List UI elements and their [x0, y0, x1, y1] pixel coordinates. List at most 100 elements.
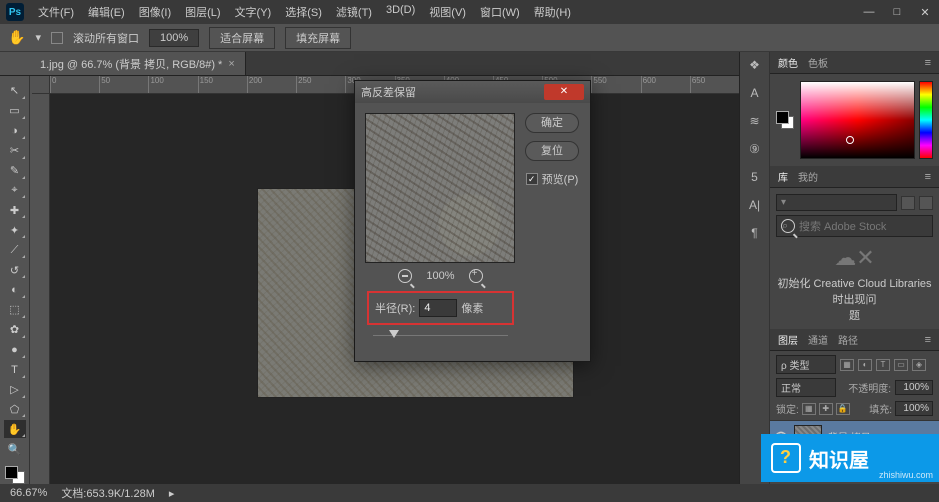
stamp-tool[interactable]: ✦: [4, 221, 26, 239]
dialog-title: 高反差保留: [361, 84, 416, 100]
libraries-tab[interactable]: 库: [778, 169, 788, 184]
brush-tool[interactable]: ✚: [4, 201, 26, 219]
info-panel-icon[interactable]: ⑨: [746, 142, 764, 160]
color-tab[interactable]: 颜色: [778, 55, 798, 70]
shape-tool[interactable]: ⬠: [4, 401, 26, 419]
panel-menu-icon[interactable]: ≡: [925, 57, 931, 69]
eraser-tool[interactable]: ↺: [4, 261, 26, 279]
paragraph-panel-icon[interactable]: ¶: [746, 226, 764, 244]
tool-preset-dropdown[interactable]: ▾: [35, 31, 41, 44]
close-button[interactable]: ✕: [917, 6, 933, 19]
move-tool[interactable]: ↖: [4, 82, 26, 100]
maximize-button[interactable]: □: [889, 6, 905, 19]
dialog-titlebar[interactable]: 高反差保留 ✕: [355, 81, 590, 103]
dodge-tool[interactable]: ✿: [4, 321, 26, 339]
opacity-input[interactable]: 100%: [895, 380, 933, 395]
color-swatches[interactable]: [5, 466, 25, 484]
menu-edit[interactable]: 编辑(E): [82, 1, 131, 23]
document-tab[interactable]: 1.jpg @ 66.7% (背景 拷贝, RGB/8#) * ×: [30, 52, 246, 75]
fill-input[interactable]: 100%: [895, 401, 933, 416]
glyphs-panel-icon[interactable]: A|: [746, 198, 764, 216]
grid-view-icon[interactable]: [919, 196, 933, 210]
lock-pixels-icon[interactable]: ▦: [802, 403, 816, 415]
type-tool[interactable]: T: [4, 361, 26, 379]
fill-screen-button[interactable]: 填充屏幕: [285, 27, 351, 49]
status-arrow-icon[interactable]: ▸: [169, 487, 175, 500]
close-tab-icon[interactable]: ×: [228, 58, 234, 70]
zoom-out-icon[interactable]: [398, 269, 412, 283]
filter-type-icon[interactable]: T: [876, 359, 890, 371]
lasso-tool[interactable]: ◑: [4, 122, 26, 140]
list-view-icon[interactable]: [901, 196, 915, 210]
crop-tool[interactable]: ✂: [4, 142, 26, 160]
radius-highlight: 半径(R): 像素: [367, 291, 514, 325]
reset-button[interactable]: 复位: [525, 141, 579, 161]
menu-select[interactable]: 选择(S): [279, 1, 328, 23]
libraries-panel-header: 库 我的 ≡: [770, 166, 939, 188]
marquee-tool[interactable]: ▭: [4, 102, 26, 120]
menu-view[interactable]: 视图(V): [423, 1, 472, 23]
library-dropdown[interactable]: ▾: [776, 194, 897, 211]
blend-mode-dropdown[interactable]: 正常: [776, 378, 836, 397]
layer-filter-dropdown[interactable]: ρ 类型: [776, 355, 836, 374]
character-panel-icon[interactable]: A: [746, 86, 764, 104]
menu-type[interactable]: 文字(Y): [229, 1, 278, 23]
gradient-tool[interactable]: ◐: [4, 281, 26, 299]
paths-tab[interactable]: 路径: [838, 332, 858, 347]
radius-input[interactable]: [419, 299, 457, 317]
actions-panel-icon[interactable]: ≋: [746, 114, 764, 132]
history-brush-tool[interactable]: ⟋: [4, 241, 26, 259]
adjustments-tab[interactable]: 我的: [798, 169, 818, 184]
tools-panel: ↖ ▭ ◑ ✂ ✎ ⌖ ✚ ✦ ⟋ ↺ ◐ ⬚ ✿ ● T ▷ ⬠ ✋ 🔍: [0, 76, 30, 484]
zoom-in-icon[interactable]: [469, 269, 483, 283]
menu-layer[interactable]: 图层(L): [179, 1, 226, 23]
scroll-all-checkbox[interactable]: [51, 32, 63, 44]
menu-filter[interactable]: 滤镜(T): [330, 1, 378, 23]
radius-slider[interactable]: [373, 329, 508, 343]
menu-window[interactable]: 窗口(W): [474, 1, 526, 23]
ok-button[interactable]: 确定: [525, 113, 579, 133]
zoom-tool[interactable]: 🔍: [4, 440, 26, 458]
hand-tool[interactable]: ✋: [4, 420, 26, 438]
zoom-level-input[interactable]: 100%: [149, 29, 199, 47]
hand-tool-icon: ✋: [8, 29, 25, 46]
panel-menu-icon[interactable]: ≡: [925, 171, 931, 183]
status-doc-size[interactable]: 文档:653.9K/1.28M: [61, 485, 155, 501]
watermark-url: zhishiwu.com: [879, 470, 933, 480]
preview-checkbox[interactable]: ✓: [526, 173, 538, 185]
spot-heal-tool[interactable]: ⌖: [4, 182, 26, 200]
properties-panel-icon[interactable]: 5: [746, 170, 764, 188]
filter-pixel-icon[interactable]: ▦: [840, 359, 854, 371]
filter-preview[interactable]: [365, 113, 515, 263]
fit-screen-button[interactable]: 适合屏幕: [209, 27, 275, 49]
panel-menu-icon[interactable]: ≡: [925, 334, 931, 346]
menu-file[interactable]: 文件(F): [32, 1, 80, 23]
dialog-close-button[interactable]: ✕: [544, 84, 584, 100]
filter-adjust-icon[interactable]: ◐: [858, 359, 872, 371]
minimize-button[interactable]: —: [861, 6, 877, 19]
ruler-vertical[interactable]: [32, 94, 50, 484]
lock-label: 锁定:: [776, 401, 799, 416]
swatches-tab[interactable]: 色板: [808, 55, 828, 70]
pen-tool[interactable]: ●: [4, 341, 26, 359]
layers-tab[interactable]: 图层: [778, 332, 798, 347]
channels-tab[interactable]: 通道: [808, 332, 828, 347]
history-panel-icon[interactable]: ❖: [746, 58, 764, 76]
library-search[interactable]: ⌕ 搜索 Adobe Stock: [776, 215, 933, 237]
menu-help[interactable]: 帮助(H): [528, 1, 577, 23]
filter-smart-icon[interactable]: ◈: [912, 359, 926, 371]
blur-tool[interactable]: ⬚: [4, 301, 26, 319]
status-zoom[interactable]: 66.67%: [10, 487, 47, 499]
color-swatch[interactable]: [776, 111, 794, 129]
lock-position-icon[interactable]: ✚: [819, 403, 833, 415]
slider-knob[interactable]: [389, 330, 399, 338]
eyedropper-tool[interactable]: ✎: [4, 162, 26, 180]
color-field[interactable]: [800, 81, 915, 159]
filter-shape-icon[interactable]: ▭: [894, 359, 908, 371]
menu-image[interactable]: 图像(I): [133, 1, 177, 23]
menu-3d[interactable]: 3D(D): [380, 1, 421, 23]
window-controls: — □ ✕: [861, 6, 933, 19]
lock-all-icon[interactable]: 🔒: [836, 403, 850, 415]
hue-slider[interactable]: [919, 81, 933, 159]
path-select-tool[interactable]: ▷: [4, 381, 26, 399]
